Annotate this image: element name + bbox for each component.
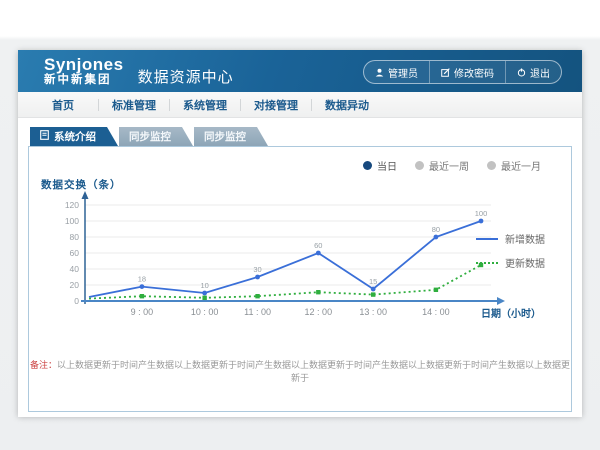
chart-legend: 新增数据 更新数据 [476,231,545,279]
power-icon [517,68,526,77]
svg-text:20: 20 [70,280,80,290]
nav-item-system[interactable]: 系统管理 [170,97,240,113]
tab-label: 系统介绍 [54,129,96,144]
tab-bar: 系统介绍 同步监控 同步监控 [30,127,269,146]
current-user-button[interactable]: 管理员 [364,61,429,83]
tab-system-intro[interactable]: 系统介绍 [30,127,118,146]
legend-line-dotted-icon [476,262,498,264]
logo-text-en: Synjones [44,56,124,73]
svg-text:120: 120 [65,200,79,210]
footnote-prefix: 备注： [30,360,57,370]
tab-label: 同步监控 [129,129,171,144]
company-logo[interactable]: Synjones 新中新集团 [44,56,124,87]
svg-text:30: 30 [253,265,261,274]
user-toolbar: 管理员 修改密码 退出 [363,60,562,84]
chart-panel: 当日 最近一周 最近一月 数据交换（条） 0204060801001209 : … [28,146,572,412]
svg-text:18: 18 [138,275,146,284]
tab-label: 同步监控 [204,129,246,144]
time-range-filter: 当日 最近一周 最近一月 [363,158,541,173]
main-nav: 首页 标准管理 系统管理 对接管理 数据异动 [18,92,582,118]
svg-text:15: 15 [369,277,377,286]
svg-text:13 : 00: 13 : 00 [359,307,387,317]
user-icon [375,68,384,77]
radio-label: 当日 [377,158,397,173]
chart-area: 0 20 40 60 80 100 120 9 : 00 10 : 00 11 : 00 12 : … [45,189,515,329]
svg-text:14 : 00: 14 : 00 [422,307,450,317]
logout-label: 退出 [530,65,550,80]
legend-label: 新增数据 [505,231,545,246]
x-axis-title: 日期（小时） [481,305,541,320]
nav-item-home[interactable]: 首页 [28,97,98,113]
app-header: Synjones 新中新集团 数据资源中心 管理员 修改密码 退出 [18,50,582,92]
svg-text:100: 100 [475,209,488,218]
legend-item-new-data[interactable]: 新增数据 [476,231,545,246]
svg-text:10: 10 [200,281,208,290]
svg-text:40: 40 [70,264,80,274]
tab-sync-monitor-1[interactable]: 同步监控 [119,127,193,146]
tab-sync-monitor-2[interactable]: 同步监控 [194,127,268,146]
svg-text:80: 80 [432,225,440,234]
logo-text-cn: 新中新集团 [44,75,124,87]
radio-last-week[interactable]: 最近一周 [415,158,469,173]
radio-last-month[interactable]: 最近一月 [487,158,541,173]
edit-icon [441,68,450,77]
logout-button[interactable]: 退出 [505,61,561,83]
radio-dot-icon [415,161,424,170]
svg-text:0: 0 [74,296,79,306]
line-chart: 0 20 40 60 80 100 120 9 : 00 10 : 00 11 : 00 12 : … [45,189,515,329]
radio-label: 最近一周 [429,158,469,173]
nav-item-data-changes[interactable]: 数据异动 [312,97,382,113]
change-password-button[interactable]: 修改密码 [429,61,505,83]
change-password-label: 修改密码 [454,65,494,80]
svg-text:100: 100 [65,216,79,226]
radio-label: 最近一月 [501,158,541,173]
nav-item-integration[interactable]: 对接管理 [241,97,311,113]
legend-line-solid-icon [476,238,498,240]
legend-item-updated-data[interactable]: 更新数据 [476,255,545,270]
radio-dot-icon [363,161,372,170]
svg-text:80: 80 [70,232,80,242]
content-area: 系统介绍 同步监控 同步监控 当日 最近一周 [18,118,582,417]
document-icon [40,130,49,143]
footnote: 备注：以上数据更新于时间产生数据以上数据更新于时间产生数据以上数据更新于时间产生… [29,358,571,384]
svg-text:10 : 00: 10 : 00 [191,307,219,317]
svg-text:60: 60 [314,241,322,250]
svg-text:9 : 00: 9 : 00 [131,307,154,317]
footnote-text: 以上数据更新于时间产生数据以上数据更新于时间产生数据以上数据更新于时间产生数据以… [57,360,570,383]
app-window: Synjones 新中新集团 数据资源中心 管理员 修改密码 退出 [18,50,582,416]
current-user-label: 管理员 [388,65,418,80]
page-title: 数据资源中心 [138,66,234,87]
legend-label: 更新数据 [505,255,545,270]
svg-text:12 : 00: 12 : 00 [305,307,333,317]
radio-today[interactable]: 当日 [363,158,397,173]
svg-text:11 : 00: 11 : 00 [244,307,271,317]
svg-text:60: 60 [70,248,80,258]
radio-dot-icon [487,161,496,170]
nav-item-standards[interactable]: 标准管理 [99,97,169,113]
